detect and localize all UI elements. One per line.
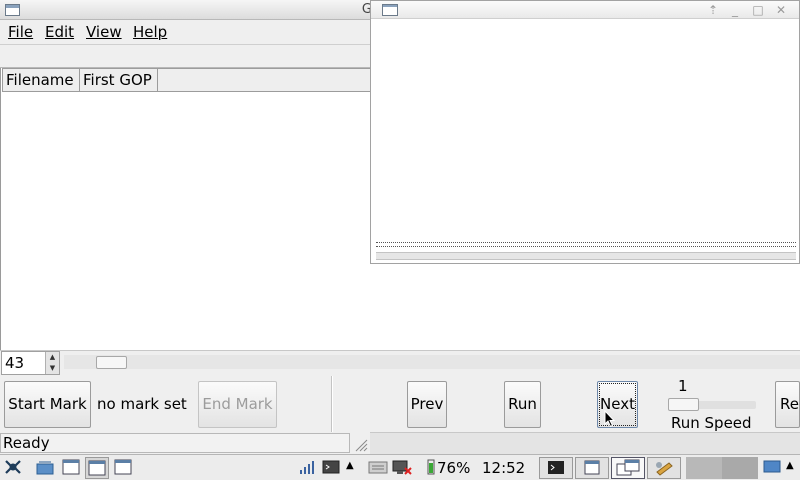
menubar: File Edit View Help bbox=[0, 20, 372, 44]
secondary-statusbar bbox=[370, 432, 800, 454]
menu-file[interactable]: File bbox=[8, 23, 33, 41]
pane-splitter[interactable] bbox=[376, 242, 796, 247]
prev-button[interactable]: Prev bbox=[407, 381, 447, 428]
mouse-cursor-icon bbox=[604, 410, 616, 428]
end-mark-button[interactable]: End Mark bbox=[198, 381, 277, 428]
window-icon bbox=[584, 460, 600, 475]
workspace-1[interactable] bbox=[686, 457, 722, 479]
run-button[interactable]: Run bbox=[504, 381, 541, 428]
status-text: Ready bbox=[0, 433, 350, 453]
show-desktop-icon[interactable] bbox=[35, 458, 55, 476]
run-speed-label: Run Speed bbox=[671, 414, 752, 432]
spinner-arrows-icon[interactable]: ▲ ▼ bbox=[45, 352, 59, 374]
tray-expand-icon[interactable]: ▲ bbox=[346, 460, 354, 471]
terminal-icon bbox=[548, 461, 564, 474]
close-icon[interactable]: ✕ bbox=[771, 1, 791, 19]
clock[interactable]: 12:52 bbox=[482, 459, 525, 477]
taskbar-terminal-button[interactable] bbox=[539, 457, 573, 479]
floating-window-bottom-bar bbox=[376, 252, 796, 260]
battery-percent: 76% bbox=[437, 459, 471, 477]
wifi-signal-icon[interactable] bbox=[298, 458, 316, 476]
column-header-first-gop[interactable]: First GOP bbox=[80, 69, 158, 91]
menu-help[interactable]: Help bbox=[133, 23, 167, 41]
overlapping-windows-icon bbox=[616, 459, 640, 476]
shade-icon[interactable]: ⇡ bbox=[703, 1, 723, 19]
tools-icon bbox=[656, 462, 673, 476]
toolbar bbox=[0, 44, 372, 68]
floating-window-titlebar[interactable]: ⇡ _ □ ✕ bbox=[371, 1, 799, 19]
terminal-tray-icon[interactable] bbox=[321, 458, 341, 476]
frame-spinner-value[interactable]: 43 bbox=[5, 354, 24, 372]
maximize-icon[interactable]: □ bbox=[748, 1, 768, 19]
start-menu-icon[interactable] bbox=[3, 458, 23, 476]
active-window-icon[interactable] bbox=[85, 457, 109, 479]
taskbar-expand-icon[interactable]: ▲ bbox=[786, 460, 794, 471]
battery-icon bbox=[427, 459, 435, 475]
file-list[interactable] bbox=[0, 68, 372, 350]
keyboard-tray-icon[interactable] bbox=[368, 458, 388, 476]
main-window-titlebar[interactable]: G bbox=[0, 0, 372, 20]
taskbar-window-button[interactable] bbox=[575, 457, 609, 479]
run-speed-value: 1 bbox=[678, 377, 688, 395]
floating-window bbox=[370, 0, 800, 264]
frame-scrollbar-thumb[interactable] bbox=[96, 356, 127, 369]
window-list-icon-2[interactable] bbox=[113, 458, 133, 476]
frame-scrollbar[interactable] bbox=[64, 355, 800, 369]
start-mark-button[interactable]: Start Mark bbox=[4, 381, 91, 428]
display-icon[interactable] bbox=[762, 458, 782, 476]
frame-spinner[interactable]: 43 ▲ ▼ bbox=[1, 351, 60, 375]
network-disconnected-icon[interactable] bbox=[391, 458, 413, 476]
run-speed-slider-thumb[interactable] bbox=[668, 398, 699, 411]
file-list-header: Filename First GOP bbox=[2, 68, 372, 92]
mark-status-label: no mark set bbox=[97, 395, 187, 413]
taskbar-active-window-button[interactable] bbox=[611, 457, 645, 479]
workspace-2[interactable] bbox=[722, 457, 758, 479]
resize-grip-icon[interactable] bbox=[354, 438, 368, 452]
column-header-filename[interactable]: Filename bbox=[3, 69, 80, 91]
window-menu-icon[interactable] bbox=[5, 4, 20, 16]
window-list-icon[interactable] bbox=[61, 458, 81, 476]
menu-edit[interactable]: Edit bbox=[45, 23, 74, 41]
separator bbox=[331, 376, 333, 432]
window-menu-icon[interactable] bbox=[382, 4, 398, 16]
minimize-icon[interactable]: _ bbox=[725, 1, 745, 19]
menu-view[interactable]: View bbox=[86, 23, 122, 41]
refresh-button[interactable]: Ref bbox=[775, 381, 800, 428]
taskbar-app-button[interactable] bbox=[647, 457, 681, 479]
